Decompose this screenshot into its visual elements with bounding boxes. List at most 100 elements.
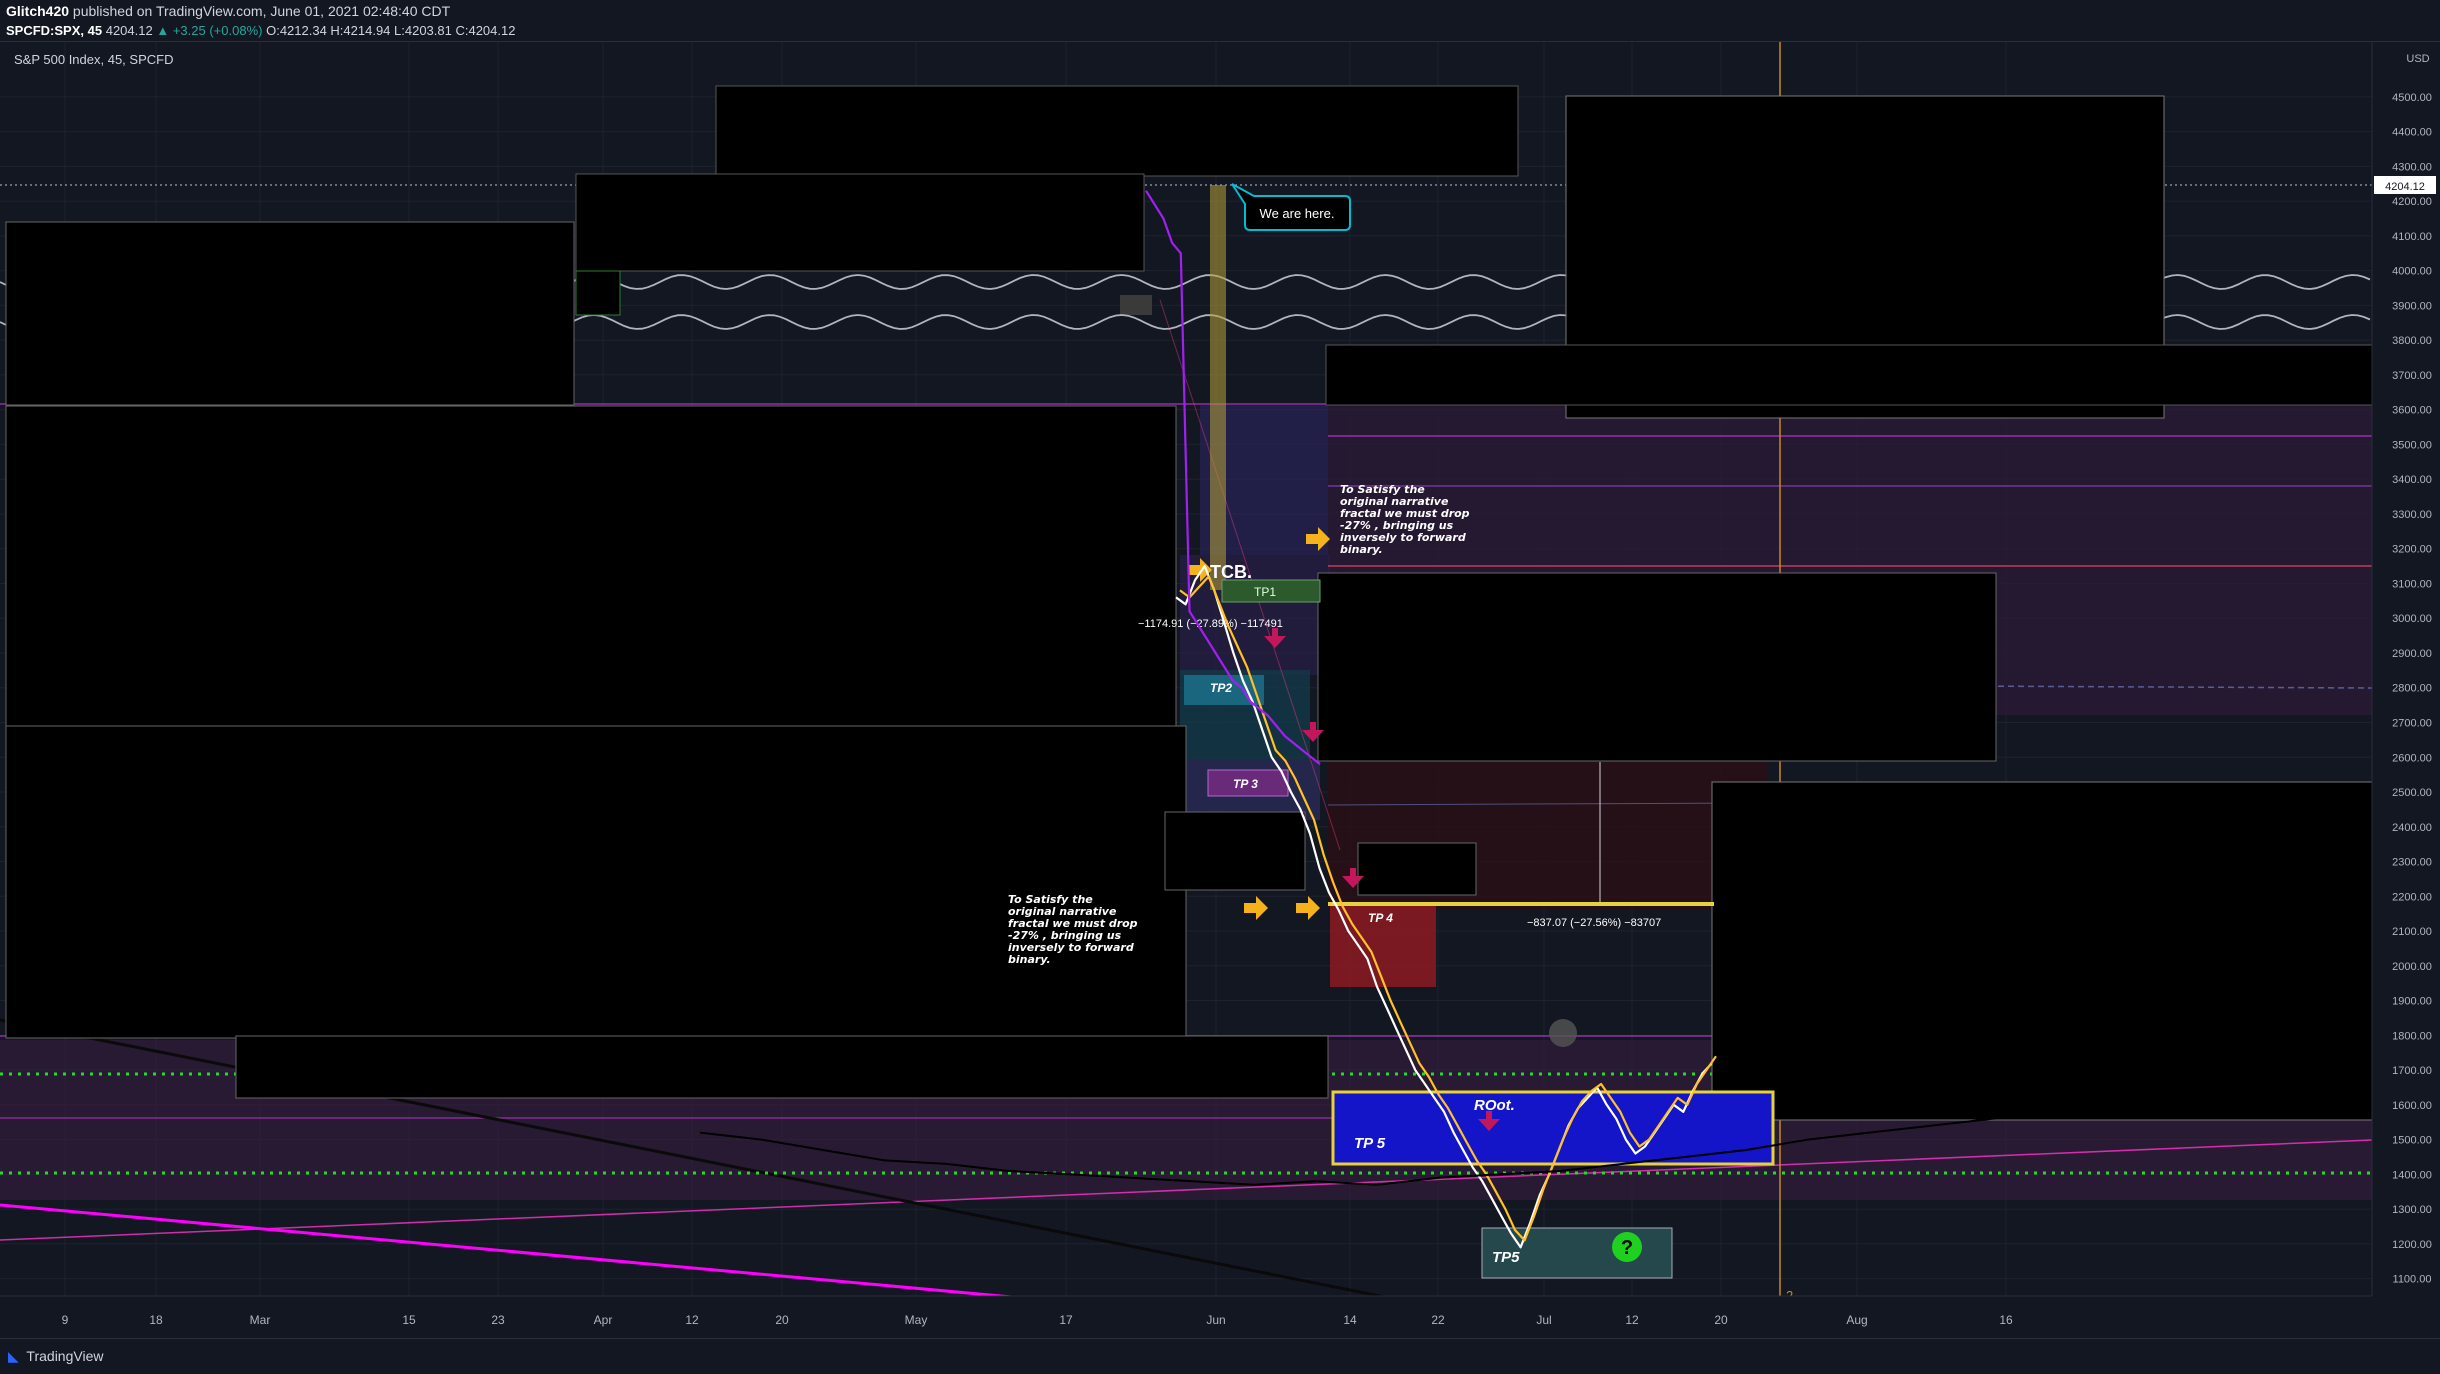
tp4-label: TP 4 — [1368, 911, 1393, 925]
small-box — [1120, 295, 1152, 315]
symbol-line: SPCFD:SPX, 45 4204.12 ▲ +3.25 (+0.08%) O… — [6, 21, 2434, 40]
publisher-name[interactable]: Glitch420 — [6, 3, 69, 19]
faded-question-icon — [1549, 1019, 1577, 1047]
blank-box-center — [1317, 572, 1997, 762]
footer-brand[interactable]: TradingView — [26, 1348, 103, 1364]
chart-title: S&P 500 Index, 45, SPCFD — [14, 52, 173, 67]
y-tick-label: 2200.00 — [2392, 891, 2432, 903]
measure-label-2: −837.07 (−27.56%) −83707 — [1527, 917, 1661, 929]
blank-box-right-mid — [1325, 344, 2373, 406]
question-mark: ? — [1621, 1237, 1633, 1259]
y-tick-label: 3000.00 — [2392, 613, 2432, 625]
x-tick-label: 22 — [1431, 1313, 1445, 1327]
green-outline-box — [575, 270, 621, 316]
y-tick-label: 1300.00 — [2392, 1204, 2432, 1216]
price-axis[interactable]: 4500.00 4400.00 4300.00 4200.00 4100.00 4000.… — [2392, 92, 2432, 1286]
tp1-label: TP1 — [1254, 585, 1276, 599]
blank-box-2 — [575, 173, 1145, 272]
y-tick-label: 3300.00 — [2392, 509, 2432, 521]
x-tick-label: 12 — [1625, 1313, 1639, 1327]
x-tick-label: 20 — [1714, 1313, 1728, 1327]
y-tick-label: 4100.00 — [2392, 231, 2432, 243]
x-tick-label: 9 — [62, 1313, 69, 1327]
y-tick-label: 1700.00 — [2392, 1065, 2432, 1077]
price-change: +3.25 (+0.08%) — [172, 23, 263, 38]
blank-box-right-low — [1711, 781, 2373, 1121]
y-tick-label: 3600.00 — [2392, 405, 2432, 417]
x-tick-label: 17 — [1059, 1313, 1073, 1327]
publisher-line: Glitch420 published on TradingView.com, … — [6, 2, 2434, 21]
y-tick-label: 2800.00 — [2392, 683, 2432, 695]
x-tick-label: 12 — [685, 1313, 699, 1327]
blank-box-top — [715, 85, 1519, 177]
x-tick-label: Mar — [250, 1313, 271, 1327]
ohlc-values: O:4212.34 H:4214.94 L:4203.81 C:4204.12 — [266, 23, 516, 38]
y-tick-label: 3400.00 — [2392, 474, 2432, 486]
x-tick-label: May — [905, 1313, 928, 1327]
y-tick-label: 1600.00 — [2392, 1100, 2432, 1112]
y-tick-label: 2400.00 — [2392, 822, 2432, 834]
y-tick-label: 1900.00 — [2392, 996, 2432, 1008]
y-tick-label: 4500.00 — [2392, 92, 2432, 104]
y-tick-label: 1400.00 — [2392, 1169, 2432, 1181]
small-blank-box-1 — [1164, 811, 1306, 891]
root-label: ROot. — [1474, 1097, 1515, 1114]
narrative-note-right: To Satisfy the original narrative fracta… — [1340, 483, 1470, 556]
y-tick-label: 1200.00 — [2392, 1239, 2432, 1251]
price-chart[interactable]: 2 TP1 TP2 TP 3 TP 4 TP 5 ROot. TP5 ? −11… — [0, 42, 2440, 1338]
y-tick-label: 1500.00 — [2392, 1135, 2432, 1147]
y-tick-label: 2000.00 — [2392, 961, 2432, 973]
measure-label-1: −1174.91 (−27.89%) −117491 — [1138, 618, 1283, 630]
blank-box-left-top — [5, 221, 575, 406]
y-tick-label: 3200.00 — [2392, 544, 2432, 556]
y-tick-label: 3800.00 — [2392, 335, 2432, 347]
y-tick-label: 4300.00 — [2392, 161, 2432, 173]
tradingview-logo-icon: ◣ — [8, 1348, 19, 1364]
currency-label: USD — [2406, 53, 2429, 65]
callout-text: We are here. — [1260, 206, 1335, 221]
y-tick-label: 3700.00 — [2392, 370, 2432, 382]
blank-box-left-low — [5, 725, 1187, 1039]
footer-bar: ◣ TradingView — [0, 1338, 2440, 1373]
y-tick-label: 4200.00 — [2392, 196, 2432, 208]
x-tick-label: Jun — [1206, 1313, 1225, 1327]
y-tick-label: 2700.00 — [2392, 717, 2432, 729]
narrative-note-left: To Satisfy the original narrative fracta… — [1008, 893, 1138, 966]
x-tick-label: Aug — [1846, 1313, 1867, 1327]
x-tick-label: Apr — [594, 1313, 613, 1327]
y-tick-label: 3500.00 — [2392, 439, 2432, 451]
y-tick-label: 2300.00 — [2392, 857, 2432, 869]
small-blank-box-2 — [1357, 842, 1477, 896]
x-tick-label: 15 — [402, 1313, 416, 1327]
tp2-label: TP2 — [1210, 681, 1232, 695]
tp3-label: TP 3 — [1233, 777, 1258, 791]
y-tick-label: 2500.00 — [2392, 787, 2432, 799]
y-tick-label: 2900.00 — [2392, 648, 2432, 660]
symbol-name: SPCFD:SPX, 45 — [6, 23, 103, 38]
y-tick-label: 4000.00 — [2392, 266, 2432, 278]
x-tick-label: 18 — [149, 1313, 163, 1327]
published-text: published on TradingView.com, June 01, 2… — [72, 3, 451, 19]
x-tick-label: 23 — [491, 1313, 505, 1327]
x-tick-label: 14 — [1343, 1313, 1357, 1327]
timing-band — [1210, 185, 1226, 590]
blank-box-left-mid — [5, 405, 1177, 727]
x-tick-label: 16 — [1999, 1313, 2013, 1327]
tp5-lower-label: TP5 — [1492, 1249, 1520, 1266]
y-tick-label: 1800.00 — [2392, 1030, 2432, 1042]
y-tick-label: 2100.00 — [2392, 926, 2432, 938]
tp5-label: TP 5 — [1354, 1135, 1386, 1152]
x-tick-label: Jul — [1536, 1313, 1551, 1327]
x-tick-label: 20 — [775, 1313, 789, 1327]
y-tick-label: 2600.00 — [2392, 752, 2432, 764]
last-price: 4204.12 — [105, 23, 153, 38]
blank-box-bottom — [235, 1035, 1329, 1099]
last-price-tag-text: 4204.12 — [2385, 181, 2425, 193]
y-tick-label: 3100.00 — [2392, 578, 2432, 590]
publication-header: Glitch420 published on TradingView.com, … — [0, 0, 2440, 42]
tp5-box — [1331, 1090, 1775, 1166]
y-tick-label: 1100.00 — [2393, 1274, 2432, 1286]
tp4-yellow-line — [1328, 902, 1714, 906]
y-tick-label: 3900.00 — [2392, 300, 2432, 312]
tcb-label: TCB. — [1210, 562, 1252, 582]
